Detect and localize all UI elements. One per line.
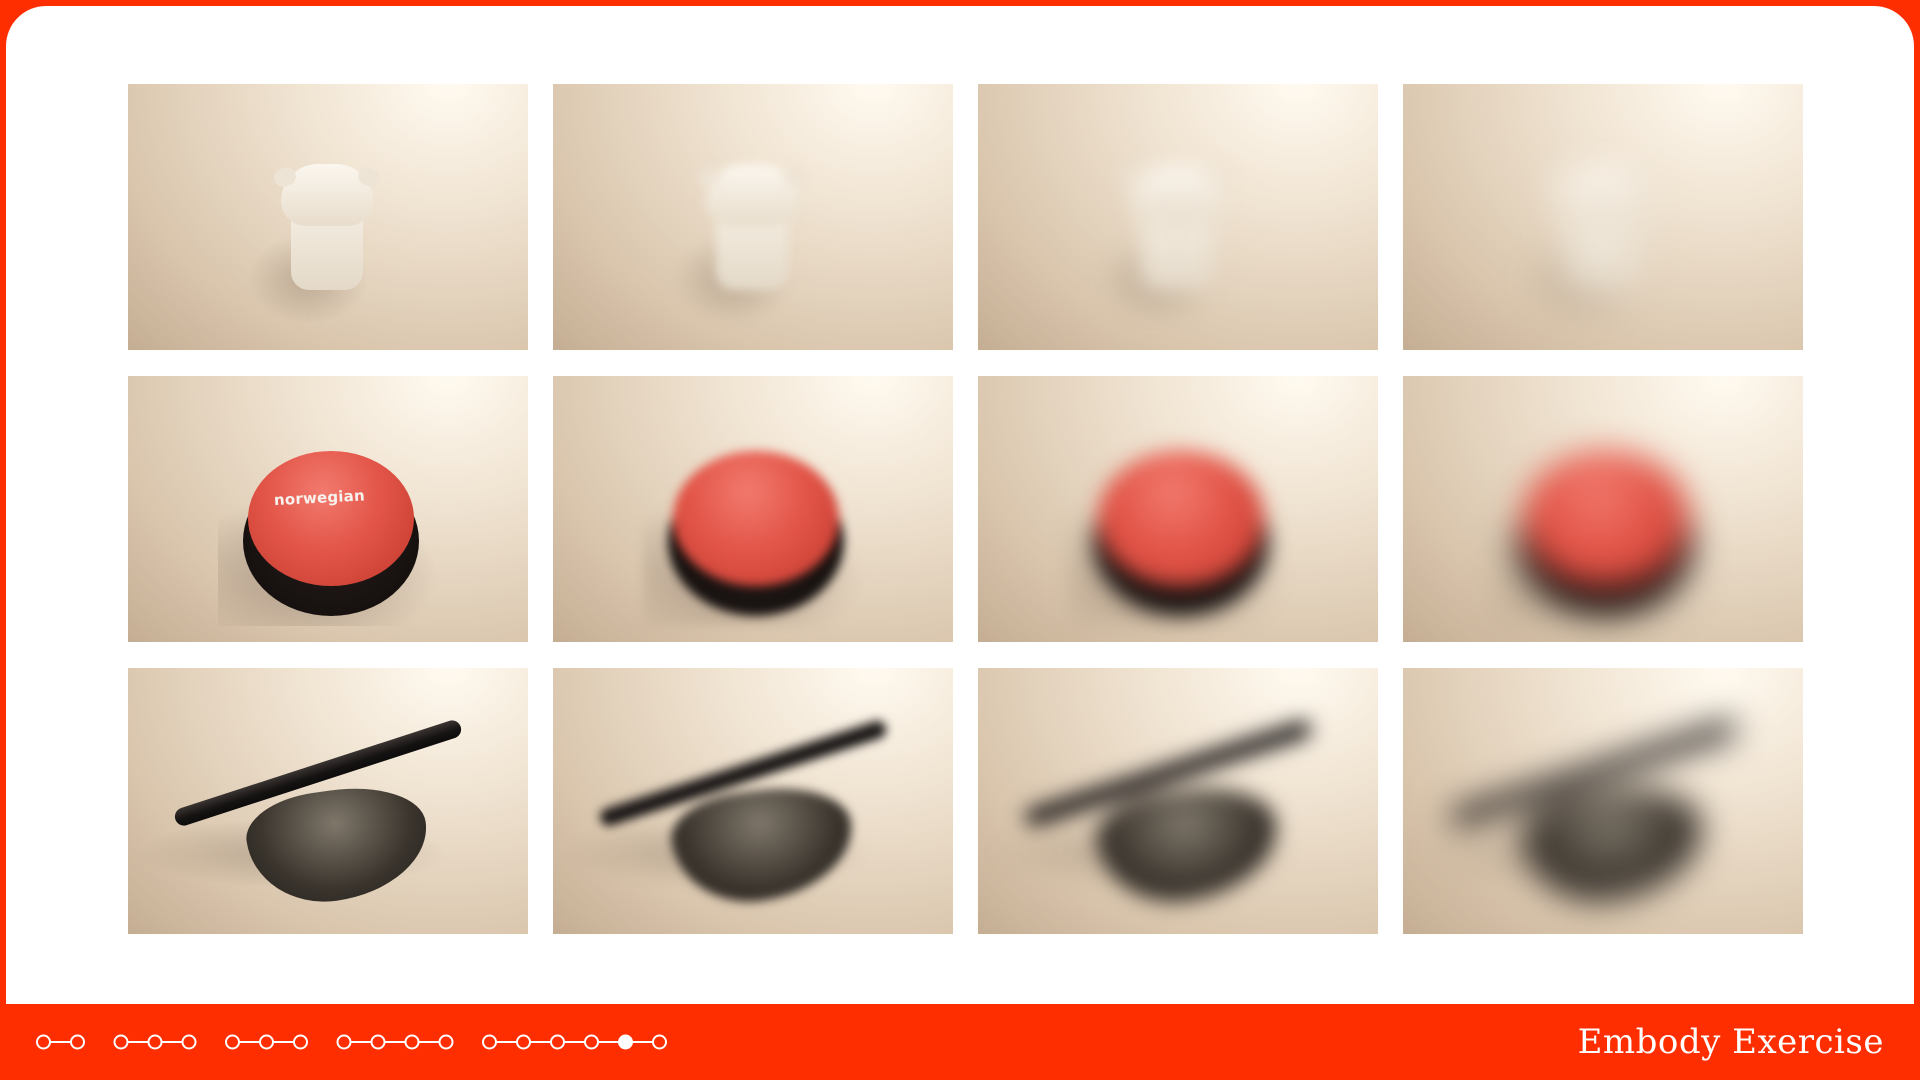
progress-dot[interactable] <box>652 1034 667 1050</box>
photo-button-blur-3 <box>978 376 1378 642</box>
progress-dot[interactable] <box>36 1034 51 1050</box>
content-card: norwegian <box>6 6 1914 1004</box>
photo-button-blur-4 <box>1403 376 1803 642</box>
progress-dots[interactable] <box>36 1032 676 1052</box>
progress-dot[interactable] <box>516 1034 531 1050</box>
progress-dot[interactable] <box>293 1034 308 1050</box>
photo-rod-blur-2 <box>553 668 953 934</box>
progress-dot[interactable] <box>438 1034 454 1050</box>
photo-rod-blur-3 <box>978 668 1378 934</box>
progress-dot[interactable] <box>584 1034 599 1050</box>
progress-dot[interactable] <box>404 1034 420 1050</box>
slide-progress-indicator[interactable] <box>36 1032 676 1052</box>
photo-grid: norwegian <box>128 84 1804 934</box>
photo-rod-blur-4 <box>1403 668 1803 934</box>
progress-dot[interactable] <box>113 1034 129 1050</box>
photo-pig-blur-3 <box>978 84 1378 350</box>
photo-pig-blur-2 <box>553 84 953 350</box>
photo-button-blur-1: norwegian <box>128 376 528 642</box>
photo-pig-blur-1 <box>128 84 528 350</box>
progress-dot[interactable] <box>181 1034 197 1050</box>
progress-dot[interactable] <box>147 1034 163 1050</box>
progress-dot[interactable] <box>259 1034 274 1050</box>
brand-title: Embody Exercise <box>1577 1022 1884 1062</box>
slide-frame: norwegian Embody Exercise <box>0 0 1920 1080</box>
progress-dot[interactable] <box>225 1034 240 1050</box>
progress-dot[interactable] <box>482 1034 497 1050</box>
progress-dot[interactable] <box>370 1034 386 1050</box>
photo-rod-blur-1 <box>128 668 528 934</box>
footer-bar: Embody Exercise <box>0 1004 1920 1080</box>
photo-button-blur-2 <box>553 376 953 642</box>
progress-dot[interactable] <box>336 1034 352 1050</box>
progress-dot[interactable] <box>550 1034 565 1050</box>
photo-pig-blur-4 <box>1403 84 1803 350</box>
progress-dot-active[interactable] <box>618 1034 633 1050</box>
progress-dot[interactable] <box>70 1034 85 1050</box>
